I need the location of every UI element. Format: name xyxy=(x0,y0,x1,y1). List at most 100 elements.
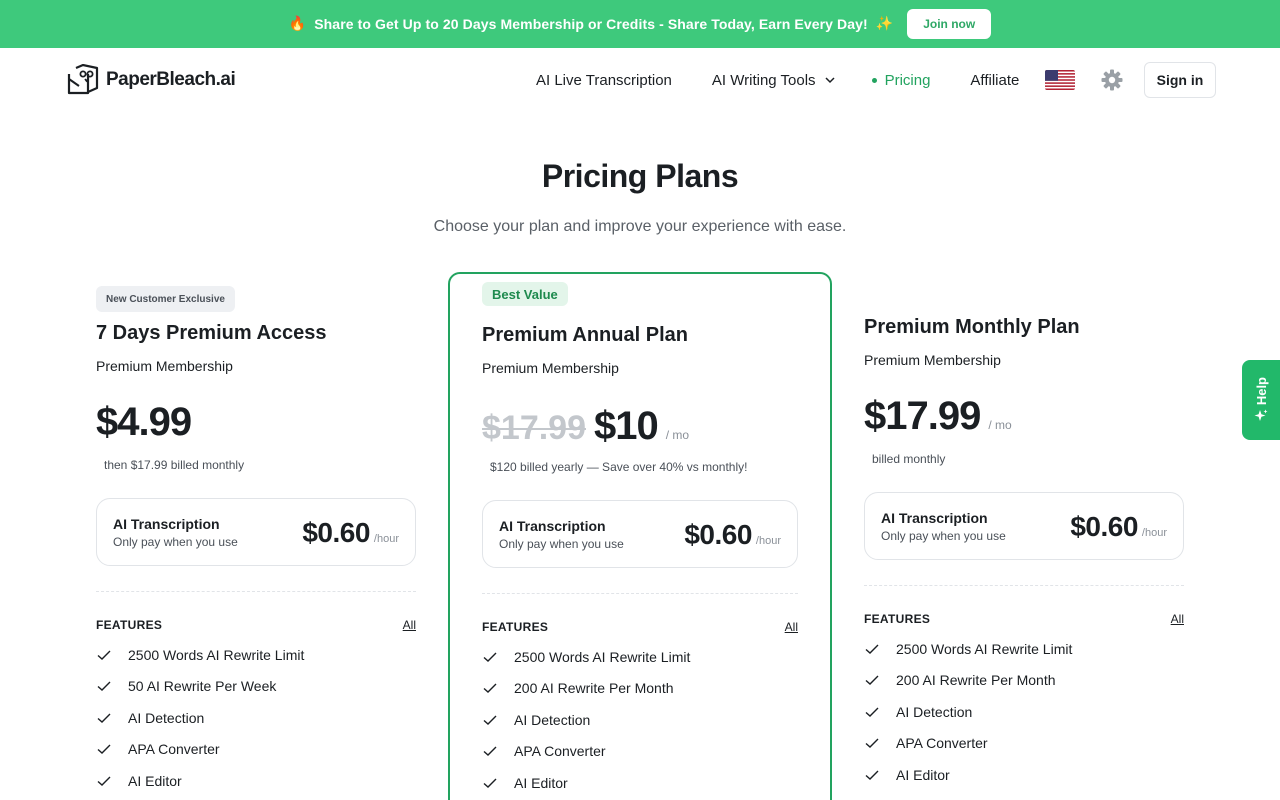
plan-price: $10 xyxy=(594,404,659,448)
active-dot xyxy=(871,77,877,83)
ai-price-amount: $0.60 xyxy=(684,519,752,550)
best-value-badge: Best Value xyxy=(482,282,568,306)
nav-pricing[interactable]: Pricing xyxy=(871,71,931,89)
feature-label: AI Editor xyxy=(514,774,568,791)
feature-label: APA Converter xyxy=(514,743,606,760)
ai-price-unit: /hour xyxy=(373,533,399,545)
plan-subtitle: Premium Membership xyxy=(482,360,619,376)
price-row: $17.99 / mo xyxy=(864,394,1012,439)
plan-card-7-days: New Customer Exclusive 7 Days Premium Ac… xyxy=(96,286,416,800)
plan-card-annual: Best Value Premium Annual Plan Premium M… xyxy=(448,272,832,800)
price-row: $4.99 xyxy=(96,400,192,445)
feature-item: AI Detection xyxy=(96,702,416,734)
price-row: $17.99 $10 / mo xyxy=(482,404,689,449)
plan-price: $17.99 xyxy=(864,394,981,438)
feature-item: APA Converter xyxy=(482,736,798,768)
feature-label: APA Converter xyxy=(896,735,988,752)
main-nav: AI Live Transcription AI Writing Tools P… xyxy=(536,68,1019,92)
ai-transcription-desc: Only pay when you use xyxy=(113,535,238,549)
feature-item: 50 AI Rewrite Per Week xyxy=(96,671,416,703)
billing-note: $120 billed yearly — Save over 40% vs mo… xyxy=(490,460,748,474)
feature-item: APA Converter xyxy=(96,734,416,766)
feature-list: 2500 Words AI Rewrite Limit 200 AI Rewri… xyxy=(482,641,798,799)
ai-price-amount: $0.60 xyxy=(302,517,370,548)
check-icon xyxy=(865,675,879,686)
plan-price: $4.99 xyxy=(96,400,192,444)
feature-label: APA Converter xyxy=(128,741,220,758)
ai-transcription-price: $0.60 /hour xyxy=(684,519,781,551)
plan-name: Premium Monthly Plan xyxy=(864,316,1080,338)
feature-item: APA Converter xyxy=(864,728,1184,760)
check-icon xyxy=(483,778,497,788)
billing-note: billed monthly xyxy=(872,452,946,466)
check-icon xyxy=(483,652,497,662)
plan-card-monthly: Premium Monthly Plan Premium Membership … xyxy=(864,312,1184,800)
feature-item: 2500 Words AI Rewrite Limit xyxy=(96,639,416,671)
nav-ai-writing-tools[interactable]: AI Writing Tools xyxy=(712,72,836,89)
new-customer-badge: New Customer Exclusive xyxy=(96,286,235,312)
ai-transcription-desc: Only pay when you use xyxy=(499,537,624,551)
price-period: / mo xyxy=(665,428,690,442)
logo[interactable]: PaperBleach.ai xyxy=(66,64,236,96)
chevron-down-icon xyxy=(825,77,835,84)
feature-item: AI Editor xyxy=(96,765,416,797)
feature-item: 2500 Words AI Rewrite Limit xyxy=(864,633,1184,665)
feature-label: 200 AI Rewrite Per Month xyxy=(514,680,674,697)
features-all-link[interactable]: All xyxy=(785,620,798,634)
check-icon xyxy=(483,683,497,694)
feature-label: AI Editor xyxy=(128,772,182,789)
check-icon xyxy=(483,746,497,757)
features-heading: FEATURES xyxy=(864,612,931,626)
ai-price-unit: /hour xyxy=(1141,527,1167,539)
plan-subtitle: Premium Membership xyxy=(96,358,233,374)
plan-name: Premium Annual Plan xyxy=(482,324,688,346)
logo-text: PaperBleach.ai xyxy=(106,69,236,90)
gear-icon[interactable] xyxy=(1101,69,1123,91)
feature-label: AI Detection xyxy=(128,709,205,726)
help-tab[interactable]: Help xyxy=(1242,360,1280,440)
nav-ai-live-transcription[interactable]: AI Live Transcription xyxy=(536,72,672,89)
feature-label: AI Detection xyxy=(896,703,973,720)
check-icon xyxy=(865,770,879,780)
feature-label: 200 AI Rewrite Per Month xyxy=(896,672,1056,689)
join-now-button[interactable]: Join now xyxy=(907,9,992,39)
check-icon xyxy=(483,715,497,725)
check-icon xyxy=(97,681,111,692)
check-icon xyxy=(865,738,879,749)
feature-label: AI Detection xyxy=(514,711,591,728)
page-title: Pricing Plans xyxy=(541,158,739,194)
feature-list: 2500 Words AI Rewrite Limit 50 AI Rewrit… xyxy=(96,639,416,797)
feature-label: 2500 Words AI Rewrite Limit xyxy=(896,640,1073,657)
check-icon xyxy=(97,713,111,723)
us-flag-icon[interactable] xyxy=(1045,70,1075,90)
features-all-link[interactable]: All xyxy=(1171,612,1184,626)
feature-item: AI Detection xyxy=(482,704,798,736)
ai-price-amount: $0.60 xyxy=(1070,511,1138,542)
ai-transcription-title: AI Transcription xyxy=(499,518,606,534)
promo-text: Share to Get Up to 20 Days Membership or… xyxy=(314,16,868,32)
check-icon xyxy=(865,707,879,717)
plan-name: 7 Days Premium Access xyxy=(96,322,327,344)
features-all-link[interactable]: All xyxy=(403,618,416,632)
feature-item: 2500 Words AI Rewrite Limit xyxy=(482,641,798,673)
help-label: Help xyxy=(1253,376,1269,406)
sign-in-button[interactable]: Sign in xyxy=(1144,62,1216,98)
site-header: PaperBleach.ai AI Live Transcription AI … xyxy=(0,48,1280,112)
billing-note: then $17.99 billed monthly xyxy=(104,458,245,472)
ai-transcription-desc: Only pay when you use xyxy=(881,529,1006,543)
feature-label: 50 AI Rewrite Per Week xyxy=(128,678,277,695)
price-period: / mo xyxy=(988,418,1012,432)
ai-transcription-title: AI Transcription xyxy=(881,510,988,526)
feature-list: 2500 Words AI Rewrite Limit 200 AI Rewri… xyxy=(864,633,1184,791)
nav-pricing-label: Pricing xyxy=(884,71,931,89)
nav-affiliate[interactable]: Affiliate xyxy=(970,72,1019,89)
feature-item: AI Detection xyxy=(864,696,1184,728)
nav-ai-writing-tools-label: AI Writing Tools xyxy=(711,71,816,89)
ai-transcription-box: AI Transcription Only pay when you use $… xyxy=(864,492,1184,560)
check-icon xyxy=(865,644,879,654)
features-heading: FEATURES xyxy=(96,618,163,632)
divider xyxy=(482,593,798,594)
fire-icon: 🔥 xyxy=(288,16,307,32)
promo-banner: 🔥 Share to Get Up to 20 Days Membership … xyxy=(0,0,1280,48)
divider xyxy=(864,585,1184,586)
